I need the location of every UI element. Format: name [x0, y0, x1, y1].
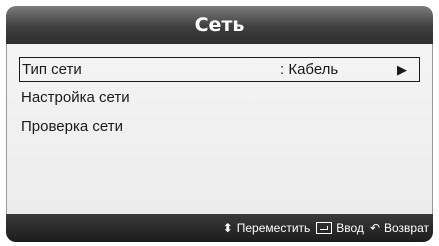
return-hint-label: Возврат [384, 221, 429, 235]
enter-hint-label: Ввод [336, 221, 364, 235]
page-title: Сеть [194, 14, 245, 36]
network-menu-screen: Сеть Тип сети : Кабель ▶ Настройка сети … [0, 0, 439, 246]
menu-item-label: Настройка сети [21, 89, 130, 106]
return-arrow-icon: ↶ [369, 221, 380, 235]
play-right-icon: ▶ [397, 62, 407, 77]
enter-icon [316, 222, 333, 234]
move-hint-label: Переместить [236, 221, 311, 235]
footer-hint-bar: ⬍ Переместить Ввод ↶ Возврат [6, 214, 433, 242]
menu-item-network-type[interactable]: Тип сети : Кабель ▶ [19, 57, 420, 82]
up-down-arrows-icon: ⬍ [222, 221, 233, 235]
menu-panel: Тип сети : Кабель ▶ Настройка сети Прове… [6, 44, 433, 215]
menu-item-label: Тип сети [22, 61, 82, 78]
footer-hints: ⬍ Переместить Ввод ↶ Возврат [223, 214, 429, 242]
menu-item-network-test[interactable]: Проверка сети [19, 115, 420, 140]
network-type-value: : Кабель [280, 61, 339, 78]
title-bar: Сеть [6, 6, 433, 44]
menu-item-label: Проверка сети [21, 118, 123, 135]
menu-item-network-setup[interactable]: Настройка сети [19, 86, 420, 111]
